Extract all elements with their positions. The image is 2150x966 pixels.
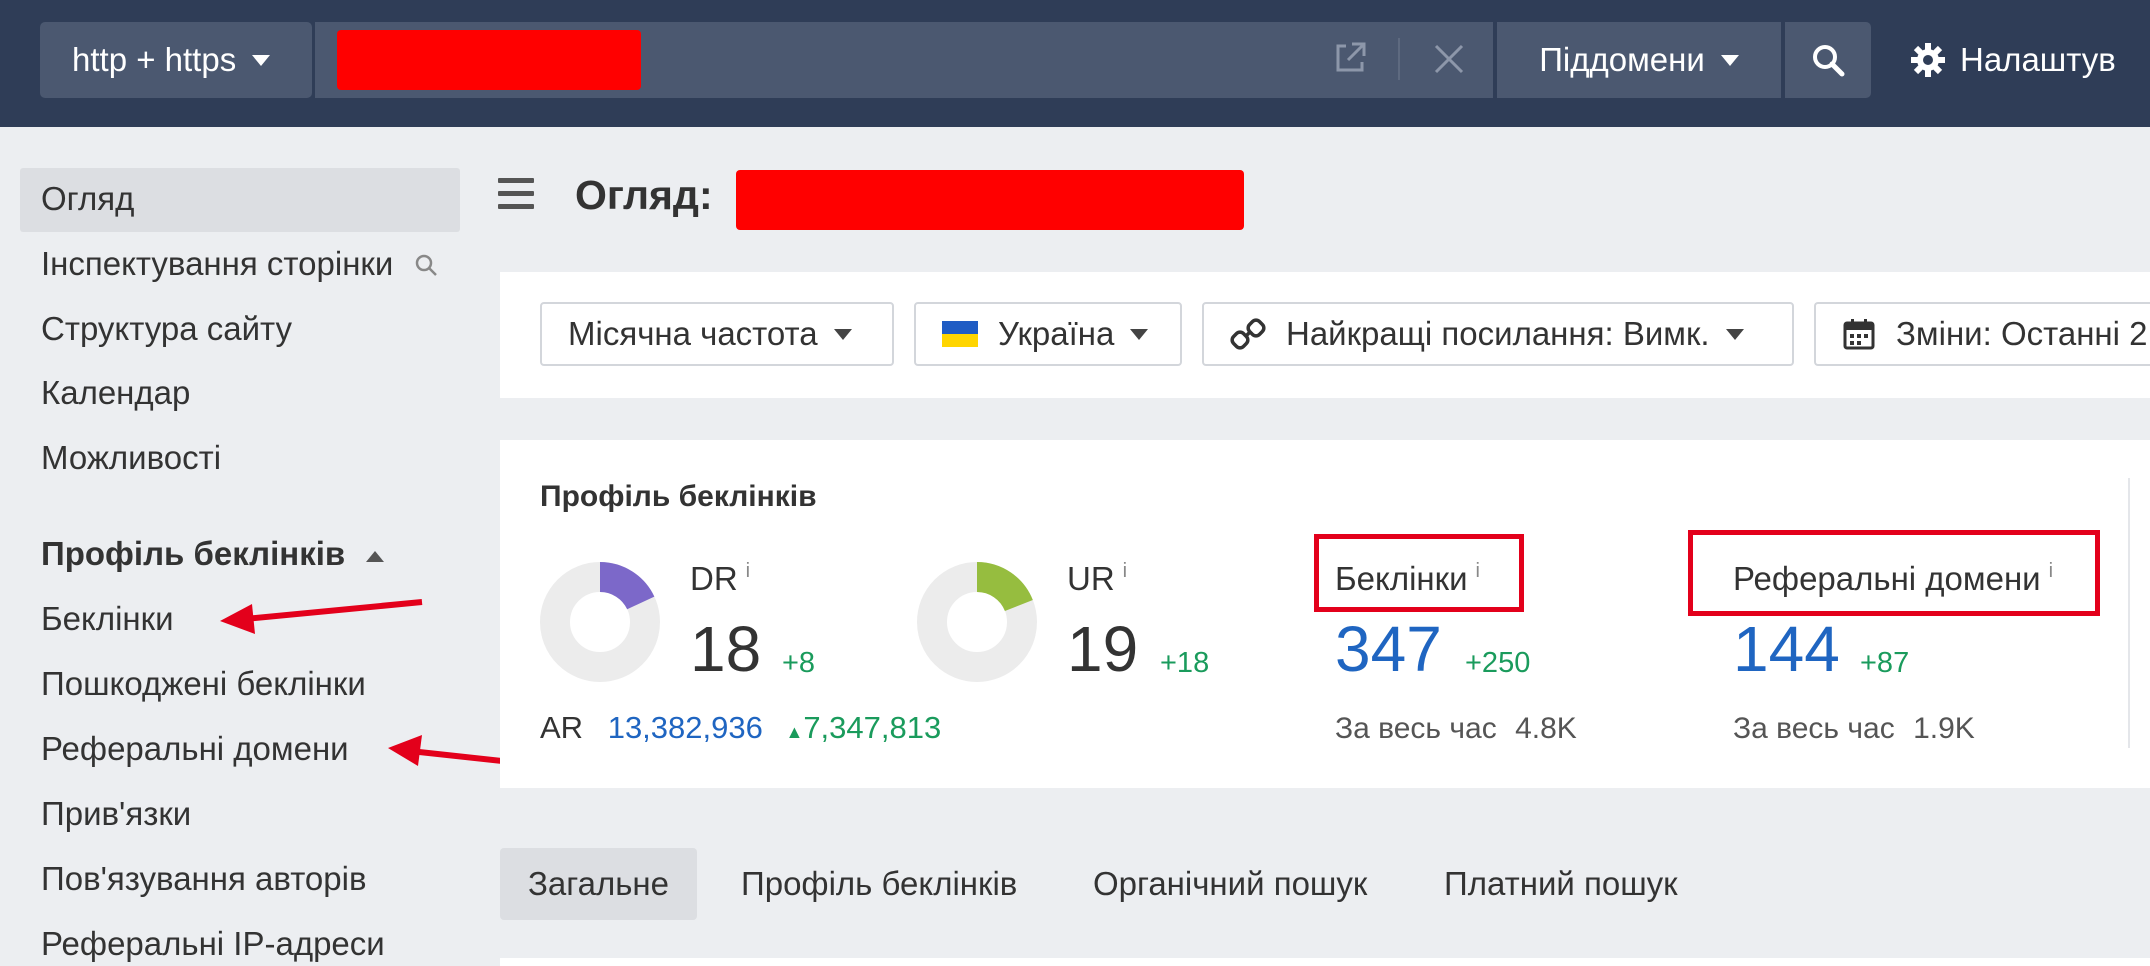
- redacted-url: [337, 30, 641, 90]
- tab-backlink-profile[interactable]: Профіль беклінків: [741, 848, 1017, 920]
- backlinks-alltime: За весь час 4.8K: [1335, 712, 1577, 746]
- subdomains-label: Піддомени: [1539, 41, 1705, 78]
- chevron-down-icon: [252, 54, 271, 66]
- subdomains-dropdown[interactable]: Піддомени: [1497, 22, 1781, 98]
- chevron-down-icon: [1130, 328, 1149, 340]
- ukraine-flag-icon: [942, 321, 978, 347]
- chevron-down-icon: [1725, 328, 1744, 340]
- ur-value: 19: [1067, 613, 1139, 685]
- external-link-icon[interactable]: [1330, 38, 1370, 78]
- search-button[interactable]: [1785, 22, 1871, 98]
- calendar-icon: [1843, 319, 1875, 350]
- sidebar-item-page-inspect[interactable]: Інспектування сторінки: [41, 245, 440, 283]
- dr-delta: +8: [782, 647, 816, 679]
- changes-dropdown[interactable]: Зміни: Останні 2: [1814, 302, 2150, 366]
- dr-label: DR: [690, 560, 738, 597]
- best-links-label: Найкращі посилання: Вимк.: [1286, 315, 1710, 352]
- info-icon[interactable]: i: [1123, 560, 1127, 582]
- refdomains-alltime: За весь час 1.9K: [1733, 712, 1975, 746]
- sidebar-section-backlink-profile[interactable]: Профіль беклінків: [41, 535, 385, 573]
- alltime-label: За весь час: [1335, 712, 1497, 745]
- ar-value[interactable]: 13,382,936: [608, 710, 763, 745]
- divider: [2128, 478, 2130, 748]
- tab-organic-search[interactable]: Органічний пошук: [1093, 848, 1367, 920]
- divider: [1398, 38, 1400, 80]
- frequency-dropdown[interactable]: Місячна частота: [540, 302, 894, 366]
- clear-icon[interactable]: [1428, 38, 1470, 80]
- info-icon[interactable]: i: [2049, 560, 2053, 582]
- settings-button[interactable]: Налаштув: [1910, 22, 2116, 98]
- ur-label-row: UR i: [1067, 560, 1127, 598]
- sidebar-item-authors[interactable]: Пов'язування авторів: [41, 860, 367, 898]
- chevron-down-icon: [833, 328, 852, 340]
- dr-value: 18: [690, 613, 762, 685]
- refdomains-delta: +87: [1860, 647, 1910, 679]
- tab-paid-search[interactable]: Платний пошук: [1444, 848, 1678, 920]
- alltime-value: 4.8K: [1515, 712, 1577, 745]
- refdomains-label-row: Реферальні домени i: [1733, 560, 2053, 598]
- alltime-value: 1.9K: [1913, 712, 1975, 745]
- refdomains-value[interactable]: 144: [1733, 612, 1840, 686]
- ar-row: AR 13,382,936 ▲7,347,813: [540, 710, 941, 746]
- protocol-label: http + https: [72, 41, 237, 78]
- alltime-label: За весь час: [1733, 712, 1895, 745]
- chevron-down-icon: [1720, 54, 1739, 66]
- info-icon[interactable]: i: [1476, 560, 1480, 582]
- tab-general[interactable]: Загальне: [500, 848, 697, 920]
- card-title: Профіль беклінків: [540, 480, 817, 513]
- gear-icon: [1911, 43, 1945, 77]
- country-label: Україна: [998, 315, 1115, 352]
- ur-delta: +18: [1160, 647, 1210, 679]
- protocol-dropdown[interactable]: http + https: [40, 22, 312, 98]
- dr-ring-chart: [540, 562, 660, 682]
- chevron-up-icon: [366, 550, 385, 562]
- backlinks-value[interactable]: 347: [1335, 612, 1442, 686]
- menu-icon[interactable]: [498, 178, 534, 212]
- link-icon: [1230, 318, 1266, 350]
- dr-label-row: DR i: [690, 560, 750, 598]
- backlinks-label-row: Беклінки i: [1335, 560, 1480, 598]
- sidebar-item-opportunities[interactable]: Можливості: [41, 439, 221, 477]
- best-links-dropdown[interactable]: Найкращі посилання: Вимк.: [1202, 302, 1794, 366]
- country-dropdown[interactable]: Україна: [914, 302, 1182, 366]
- frequency-label: Місячна частота: [568, 315, 818, 352]
- ur-label: UR: [1067, 560, 1115, 597]
- page-title: Огляд:: [575, 172, 713, 218]
- sidebar-item-calendar[interactable]: Календар: [41, 374, 190, 412]
- sidebar-item-anchors[interactable]: Прив'язки: [41, 795, 191, 833]
- redacted-domain: [736, 170, 1244, 230]
- sidebar-item-label: Інспектування сторінки: [41, 245, 394, 282]
- content-panel: [500, 958, 2150, 966]
- changes-label: Зміни: Останні 2: [1896, 315, 2148, 352]
- settings-label: Налаштув: [1960, 41, 2116, 78]
- backlinks-delta: +250: [1465, 647, 1531, 679]
- refdomains-label: Реферальні домени: [1733, 560, 2041, 597]
- ur-ring-chart: [917, 562, 1037, 682]
- sidebar-item-site-structure[interactable]: Структура сайту: [41, 310, 292, 348]
- info-icon[interactable]: i: [746, 560, 750, 582]
- sidebar-section-title: Профіль беклінків: [41, 535, 346, 572]
- sidebar-item-overview[interactable]: Огляд: [41, 180, 134, 218]
- backlinks-label: Беклінки: [1335, 560, 1468, 597]
- sidebar-item-backlinks[interactable]: Беклінки: [41, 600, 174, 638]
- search-icon: [1813, 45, 1845, 77]
- ar-delta: 7,347,813: [803, 710, 942, 745]
- sidebar-item-referring-ips[interactable]: Реферальні IP-адреси: [41, 925, 385, 963]
- arrow-up-icon: ▲: [785, 722, 804, 742]
- ar-label: AR: [540, 710, 584, 745]
- search-icon: [416, 255, 438, 277]
